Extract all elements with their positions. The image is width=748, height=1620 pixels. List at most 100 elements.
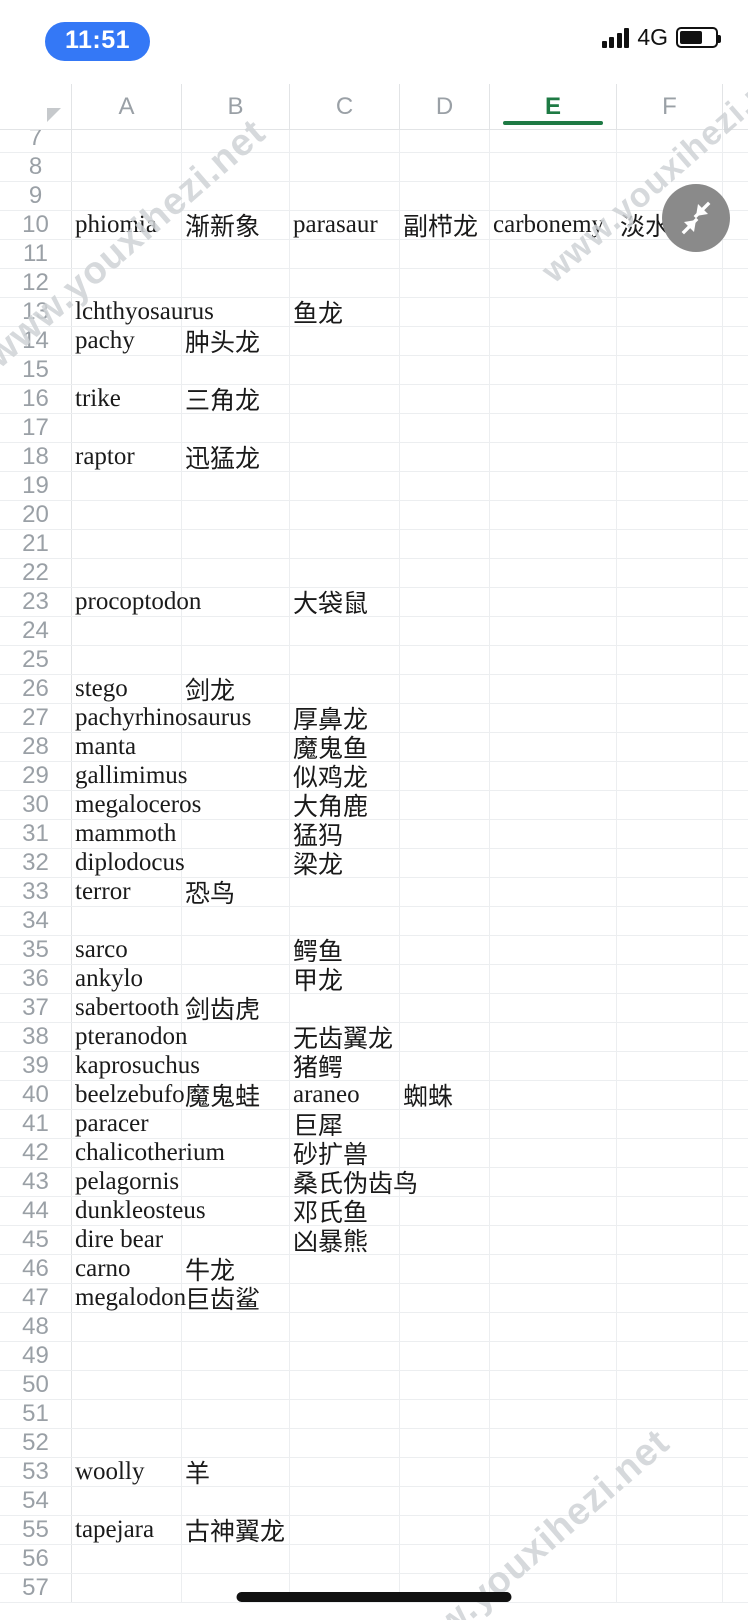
cell-C34[interactable]: [290, 907, 400, 935]
table-row[interactable]: 39 kaprosuchus 猪鳄: [0, 1052, 748, 1082]
row-header-17[interactable]: 17: [0, 414, 72, 442]
table-row[interactable]: 29 gallimimus 似鸡龙: [0, 762, 748, 792]
cell-D50[interactable]: [400, 1371, 490, 1399]
cell-B53[interactable]: [182, 1458, 290, 1486]
collapse-fullscreen-button[interactable]: [662, 184, 730, 252]
cell-C26[interactable]: [290, 675, 400, 703]
cell-E50[interactable]: [490, 1371, 617, 1399]
cell-F33[interactable]: [617, 878, 723, 906]
row-header-32[interactable]: 32: [0, 849, 72, 877]
cell-A40[interactable]: [72, 1081, 182, 1109]
table-row[interactable]: 51: [0, 1400, 748, 1429]
cell-F31[interactable]: [617, 820, 723, 848]
cell-A15[interactable]: [72, 356, 182, 384]
rows-viewport[interactable]: 78910phiomia渐新象parasaur副栉龙carbonemy淡水碳龟1…: [0, 130, 748, 1620]
table-row[interactable]: 10phiomia渐新象parasaur副栉龙carbonemy淡水碳龟: [0, 211, 748, 241]
table-row[interactable]: 34: [0, 907, 748, 936]
cell-F47[interactable]: [617, 1284, 723, 1312]
cell-F43[interactable]: [617, 1168, 723, 1196]
column-header-b[interactable]: B: [182, 84, 290, 130]
cell-C25[interactable]: [290, 646, 400, 674]
cell-C51[interactable]: [290, 1400, 400, 1428]
cell-C28[interactable]: [290, 733, 400, 761]
cell-C21[interactable]: [290, 530, 400, 558]
cell-D22[interactable]: [400, 559, 490, 587]
cell-D32[interactable]: [400, 849, 490, 877]
cell-E9[interactable]: [490, 182, 617, 210]
cell-F36[interactable]: [617, 965, 723, 993]
cell-C17[interactable]: [290, 414, 400, 442]
table-row[interactable]: 25: [0, 646, 748, 675]
cell-E21[interactable]: [490, 530, 617, 558]
cell-E49[interactable]: [490, 1342, 617, 1370]
cell-B45[interactable]: [182, 1226, 290, 1254]
column-header-d[interactable]: D: [400, 84, 490, 130]
table-row[interactable]: 55 tapejara 古神翼龙: [0, 1516, 748, 1546]
cell-C48[interactable]: [290, 1313, 400, 1341]
spreadsheet-grid[interactable]: A B C D E F 7 8 9 10 phiomia 渐新象 parasaur 副栉龙 carbone…: [0, 84, 748, 1620]
cell-C37[interactable]: [290, 994, 400, 1022]
cell-D10[interactable]: [400, 211, 490, 239]
row-header-12[interactable]: 12: [0, 269, 72, 297]
cell-E12[interactable]: [490, 269, 617, 297]
cell-A22[interactable]: [72, 559, 182, 587]
cell-F39[interactable]: [617, 1052, 723, 1080]
row-header-54[interactable]: 54: [0, 1487, 72, 1515]
cell-C39[interactable]: [290, 1052, 400, 1080]
cell-A33[interactable]: [72, 878, 182, 906]
table-row[interactable]: 12: [0, 269, 748, 298]
cell-C54[interactable]: [290, 1487, 400, 1515]
row-header-20[interactable]: 20: [0, 501, 72, 529]
cell-E45[interactable]: [490, 1226, 617, 1254]
cell-F41[interactable]: [617, 1110, 723, 1138]
cell-A10[interactable]: [72, 211, 182, 239]
table-row[interactable]: 28 manta 魔鬼鱼: [0, 733, 748, 763]
cell-B20[interactable]: [182, 501, 290, 529]
cell-E27[interactable]: [490, 704, 617, 732]
cell-F42[interactable]: [617, 1139, 723, 1167]
cell-E46[interactable]: [490, 1255, 617, 1283]
cell-F49[interactable]: [617, 1342, 723, 1370]
table-row[interactable]: 36 ankylo 甲龙: [0, 965, 748, 995]
cell-A53[interactable]: [72, 1458, 182, 1486]
cell-C53[interactable]: [290, 1458, 400, 1486]
cell-C12[interactable]: [290, 269, 400, 297]
cell-C30[interactable]: [290, 791, 400, 819]
cell-D55[interactable]: [400, 1516, 490, 1544]
cell-A49[interactable]: [72, 1342, 182, 1370]
cell-A50[interactable]: [72, 1371, 182, 1399]
cell-F29[interactable]: [617, 762, 723, 790]
cell-E41[interactable]: [490, 1110, 617, 1138]
cell-E43[interactable]: [490, 1168, 617, 1196]
cell-E38[interactable]: [490, 1023, 617, 1051]
cell-A54[interactable]: [72, 1487, 182, 1515]
cell-F26[interactable]: [617, 675, 723, 703]
cell-F44[interactable]: [617, 1197, 723, 1225]
row-header-23[interactable]: 23: [0, 588, 72, 616]
cell-B25[interactable]: [182, 646, 290, 674]
cell-F14[interactable]: [617, 327, 723, 355]
row-header-25[interactable]: 25: [0, 646, 72, 674]
cell-D54[interactable]: [400, 1487, 490, 1515]
cell-E33[interactable]: [490, 878, 617, 906]
cell-A34[interactable]: [72, 907, 182, 935]
cell-B23[interactable]: [182, 588, 290, 616]
table-row[interactable]: 48: [0, 1313, 748, 1342]
cell-B48[interactable]: [182, 1313, 290, 1341]
cell-E35[interactable]: [490, 936, 617, 964]
row-header-49[interactable]: 49: [0, 1342, 72, 1370]
cell-A28[interactable]: [72, 733, 182, 761]
table-row[interactable]: 7: [0, 130, 748, 153]
cell-A20[interactable]: [72, 501, 182, 529]
cell-A19[interactable]: [72, 472, 182, 500]
table-row[interactable]: 15: [0, 356, 748, 385]
cell-B8[interactable]: [182, 153, 290, 181]
table-row[interactable]: 49: [0, 1342, 748, 1371]
cell-F15[interactable]: [617, 356, 723, 384]
cell-A13[interactable]: [72, 298, 182, 326]
cell-F16[interactable]: [617, 385, 723, 413]
cell-A11[interactable]: [72, 240, 182, 268]
cell-B30[interactable]: [182, 791, 290, 819]
cell-E16[interactable]: [490, 385, 617, 413]
cell-F55[interactable]: [617, 1516, 723, 1544]
